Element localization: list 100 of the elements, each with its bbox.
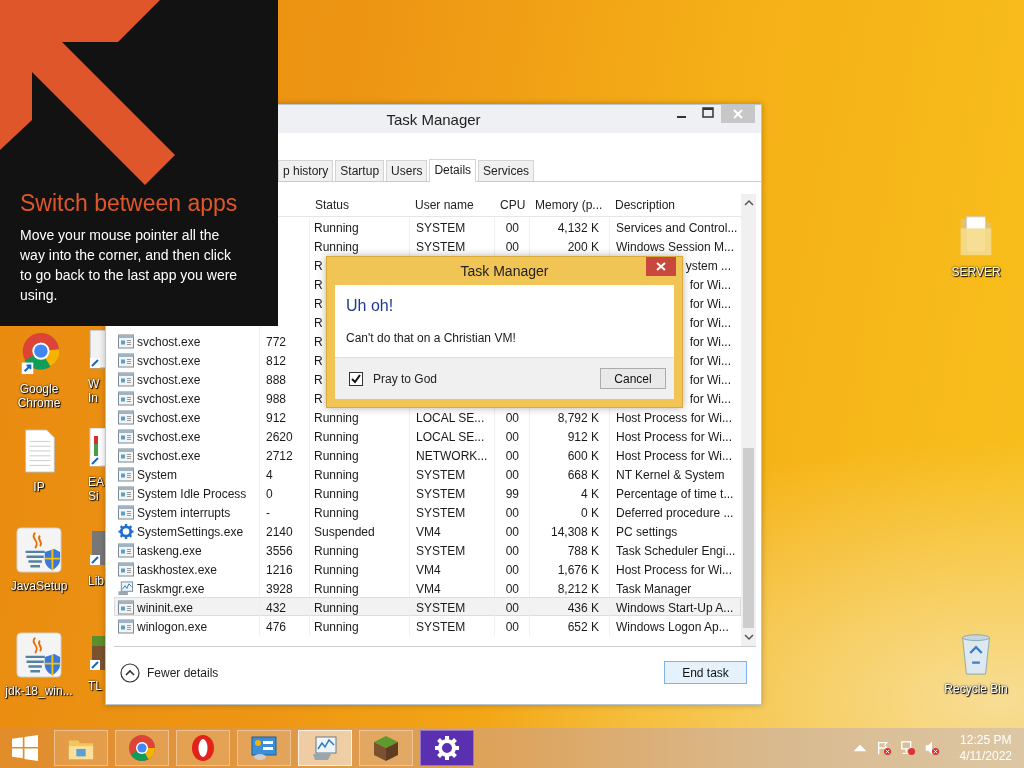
table-cell: SYSTEM	[416, 220, 466, 235]
table-cell: Windows Logon Ap...	[616, 619, 729, 634]
column-header[interactable]: Description	[609, 198, 741, 212]
network-icon[interactable]	[899, 740, 916, 756]
table-cell: -	[266, 505, 270, 520]
window-title: Task Manager	[386, 110, 481, 128]
java-installer-icon[interactable]	[16, 632, 62, 678]
program-window-icon	[118, 429, 134, 444]
tab[interactable]: Users	[386, 160, 428, 181]
table-cell: 00	[505, 448, 519, 463]
table-cell: Task Manager	[616, 581, 692, 596]
table-cell: Running	[314, 505, 359, 520]
table-cell: 8,212 K	[557, 581, 599, 596]
checkbox[interactable]	[349, 371, 363, 386]
table-cell: taskeng.exe	[137, 543, 202, 558]
scrollbar[interactable]	[741, 194, 756, 646]
desktop-icon-label: Recycle Bin	[943, 682, 1009, 696]
table-cell: Running	[314, 619, 359, 634]
table-cell: 14,308 K	[550, 524, 599, 539]
java-installer-icon[interactable]	[16, 527, 62, 573]
table-cell: Host Process for Wi...	[616, 410, 733, 425]
table-cell: R	[314, 315, 323, 330]
tab[interactable]: Details	[429, 159, 477, 182]
table-cell: Host Process for Wi...	[616, 448, 733, 463]
table-cell: svchost.exe	[137, 353, 201, 368]
table-cell: Host Process for Wi...	[616, 429, 733, 444]
cancel-button[interactable]: Cancel	[600, 368, 666, 389]
hint-heading: Switch between apps	[20, 190, 239, 217]
table-cell: 3928	[266, 581, 293, 596]
table-cell: Running	[314, 429, 359, 444]
taskbar-button[interactable]	[237, 730, 291, 766]
table-cell: System Idle Process	[137, 486, 247, 501]
table-cell: Task Scheduler Engi...	[616, 543, 736, 558]
table-cell: SYSTEM	[416, 600, 466, 615]
scroll-down-icon[interactable]	[743, 633, 754, 641]
table-cell: SYSTEM	[416, 543, 466, 558]
gear-icon	[118, 524, 134, 539]
table-cell: 4,132 K	[557, 220, 599, 235]
scrollbar-thumb[interactable]	[743, 448, 754, 628]
table-cell: 600 K	[567, 448, 599, 463]
column-header[interactable]: User name	[409, 198, 494, 212]
program-window-icon	[118, 486, 134, 501]
fewer-details-link[interactable]: Fewer details	[120, 662, 219, 683]
table-cell: 00	[505, 581, 519, 596]
taskbar-button[interactable]	[176, 730, 230, 766]
table-cell: for Wi...	[689, 315, 731, 330]
scroll-up-icon[interactable]	[743, 199, 754, 207]
table-cell: 00	[505, 429, 519, 444]
taskbar-button[interactable]	[359, 730, 413, 766]
table-cell: SYSTEM	[416, 505, 466, 520]
column-header[interactable]: CPU	[494, 198, 529, 212]
column-header[interactable]: Status	[309, 198, 409, 212]
program-window-icon	[118, 448, 134, 463]
table-cell: R	[314, 353, 323, 368]
table-cell: for Wi...	[689, 391, 731, 406]
table-cell: wininit.exe	[137, 600, 194, 615]
tab[interactable]: Startup	[335, 160, 385, 181]
table-cell: 00	[505, 524, 519, 539]
table-cell: for Wi...	[689, 277, 731, 292]
chart-icon[interactable]	[88, 428, 106, 468]
program-window-icon	[118, 562, 134, 577]
table-cell: Running	[314, 581, 359, 596]
table-cell: VM4	[416, 581, 441, 596]
table-cell: svchost.exe	[137, 372, 201, 387]
table-cell: Running	[314, 562, 359, 577]
table-cell: 00	[505, 410, 519, 425]
table-cell: Running	[314, 600, 359, 615]
table-cell: SYSTEM	[416, 619, 466, 634]
table-cell: SYSTEM	[416, 467, 466, 482]
table-cell: NT Kernel & System	[616, 467, 725, 482]
tab[interactable]: p history	[278, 160, 334, 181]
checkbox-label[interactable]: Pray to God	[373, 371, 438, 386]
table-cell: R	[314, 277, 323, 292]
table-cell: Suspended	[314, 524, 375, 539]
table-cell: Windows Start-Up A...	[616, 600, 734, 615]
table-cell: svchost.exe	[137, 391, 201, 406]
opera-o-icon	[189, 734, 217, 762]
table-cell: Running	[314, 239, 359, 254]
taskbar-button[interactable]	[420, 730, 474, 766]
end-task-button[interactable]: End task	[664, 661, 747, 684]
table-cell: 8,792 K	[557, 410, 599, 425]
table-cell: 432	[266, 600, 287, 615]
close-button[interactable]	[646, 257, 676, 276]
program-window-icon	[118, 410, 134, 425]
speaker-muted-icon[interactable]	[923, 740, 940, 756]
program-window-icon	[118, 353, 134, 368]
table-cell: Windows Session M...	[616, 239, 735, 254]
document-icon[interactable]	[88, 330, 106, 370]
table-cell: 4 K	[581, 486, 599, 501]
table-cell: Running	[314, 448, 359, 463]
tab[interactable]: Services	[478, 160, 535, 181]
flag-icon[interactable]	[875, 740, 892, 756]
grass-block-icon	[372, 734, 400, 762]
desktop-icon-label: Google Chrome	[16, 382, 62, 410]
table-cell: NETWORK...	[416, 448, 488, 463]
monitor-chart-icon	[311, 734, 339, 762]
column-header[interactable]: Memory (p...	[529, 198, 609, 212]
table-cell: 0	[266, 486, 273, 501]
windows-logo-icon[interactable]	[12, 735, 38, 761]
table-cell: R	[314, 391, 323, 406]
